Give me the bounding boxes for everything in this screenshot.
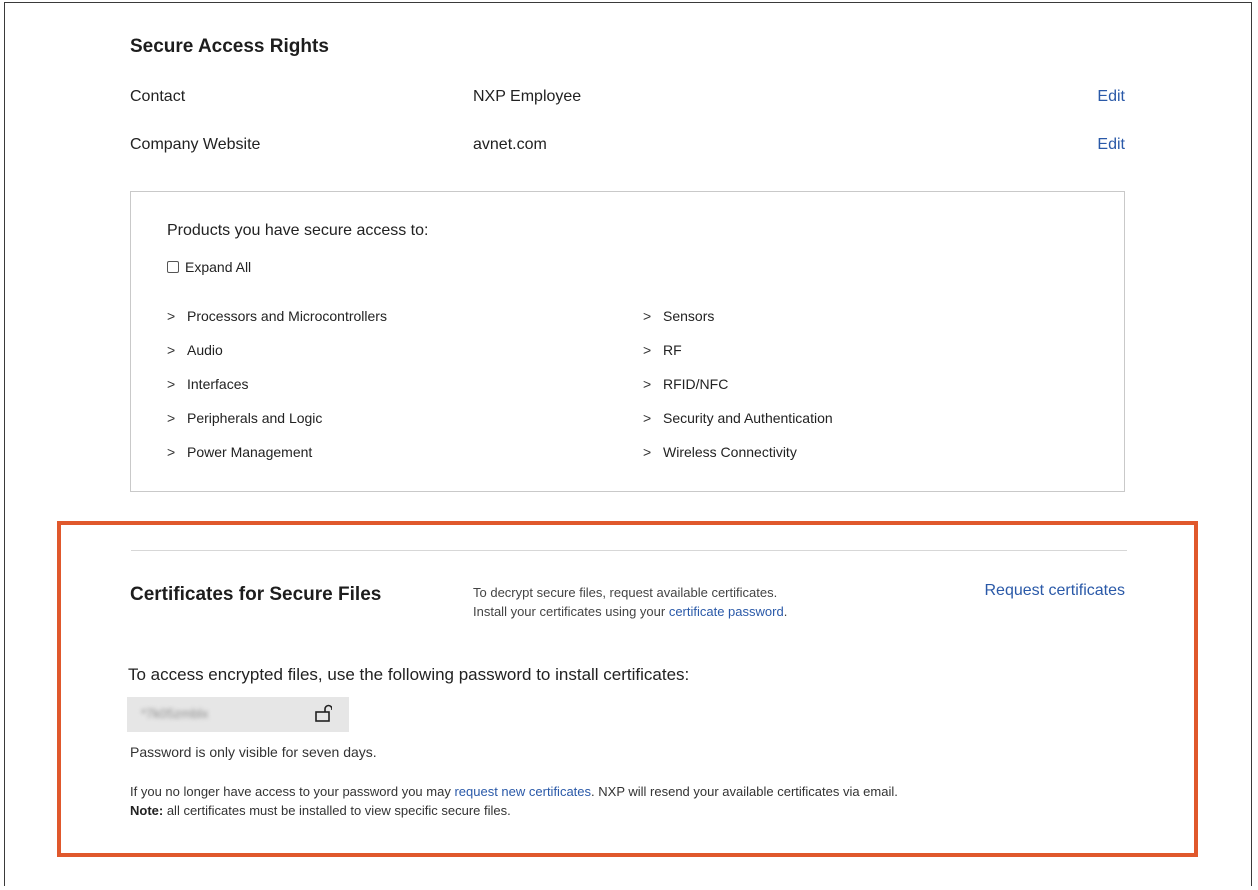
chevron-right-icon: > [167,342,176,358]
expand-all-toggle[interactable]: Expand All [167,259,251,275]
category-list-right: > Sensors > RF > RFID/NFC > Security and… [643,308,833,478]
category-label: Wireless Connectivity [663,444,797,460]
access-instructions: To access encrypted files, use the follo… [128,665,690,684]
chevron-right-icon: > [643,342,652,358]
category-label: Peripherals and Logic [187,410,323,426]
footer-text: If you no longer have access to your pas… [130,782,898,820]
category-label: RFID/NFC [663,376,729,392]
products-box: Products you have secure access to: Expa… [130,191,1125,492]
desc-line2-suffix: . [783,604,788,619]
password-visibility-note: Password is only visible for seven days. [130,744,377,760]
category-peripherals-and-logic[interactable]: > Peripherals and Logic [167,410,387,444]
category-label: Sensors [663,308,715,324]
note-label: Note: [130,803,164,818]
category-rfid-nfc[interactable]: > RFID/NFC [643,376,833,410]
category-security-and-authentication[interactable]: > Security and Authentication [643,410,833,444]
footer-prefix: If you no longer have access to your pas… [130,784,455,799]
chevron-right-icon: > [643,444,652,460]
edit-contact-link[interactable]: Edit [1097,88,1125,106]
unlock-icon[interactable] [314,703,333,728]
company-website-label: Company Website [130,136,261,153]
contact-label: Contact [130,88,186,105]
secure-access-title: Secure Access Rights [130,36,329,57]
chevron-right-icon: > [167,376,176,392]
chevron-right-icon: > [643,376,652,392]
category-interfaces[interactable]: > Interfaces [167,376,387,410]
chevron-right-icon: > [167,444,176,460]
category-sensors[interactable]: > Sensors [643,308,833,342]
checkbox-icon[interactable] [167,261,179,273]
chevron-right-icon: > [643,308,652,324]
category-label: Power Management [187,444,313,460]
section-divider [131,550,1127,551]
category-label: Processors and Microcontrollers [187,308,387,324]
certificates-desc-line1: To decrypt secure files, request availab… [473,585,778,600]
request-new-certificates-link[interactable]: request new certificates [454,784,591,799]
password-value: *7k05zmblx [141,706,209,721]
footer-suffix: . NXP will resend your available certifi… [591,784,898,799]
chevron-right-icon: > [167,308,176,324]
category-label: Audio [187,342,223,358]
category-wireless-connectivity[interactable]: > Wireless Connectivity [643,444,833,478]
desc-line2-prefix: Install your certificates using your [473,604,669,619]
certificates-title: Certificates for Secure Files [130,584,382,605]
edit-company-website-link[interactable]: Edit [1097,136,1125,154]
chevron-right-icon: > [167,410,176,426]
category-label: RF [663,342,682,358]
contact-value: NXP Employee [473,88,582,105]
category-processors-and-microcontrollers[interactable]: > Processors and Microcontrollers [167,308,387,342]
category-rf[interactable]: > RF [643,342,833,376]
category-label: Interfaces [187,376,249,392]
request-certificates-link[interactable]: Request certificates [984,582,1125,600]
chevron-right-icon: > [643,410,652,426]
note-text: all certificates must be installed to vi… [163,803,511,818]
category-list-left: > Processors and Microcontrollers > Audi… [167,308,387,478]
certificates-description: To decrypt secure files, request availab… [473,583,787,621]
expand-all-label: Expand All [185,259,252,275]
footer-line2: Note: all certificates must be installed… [130,801,898,820]
category-audio[interactable]: > Audio [167,342,387,376]
category-label: Security and Authentication [663,410,833,426]
company-website-value: avnet.com [473,136,547,153]
footer-line1: If you no longer have access to your pas… [130,782,898,801]
products-title: Products you have secure access to: [167,222,429,239]
certificates-desc-line2: Install your certificates using your cer… [473,602,787,621]
password-field[interactable]: *7k05zmblx [127,697,349,732]
certificate-password-link[interactable]: certificate password [669,604,784,619]
category-power-management[interactable]: > Power Management [167,444,387,478]
